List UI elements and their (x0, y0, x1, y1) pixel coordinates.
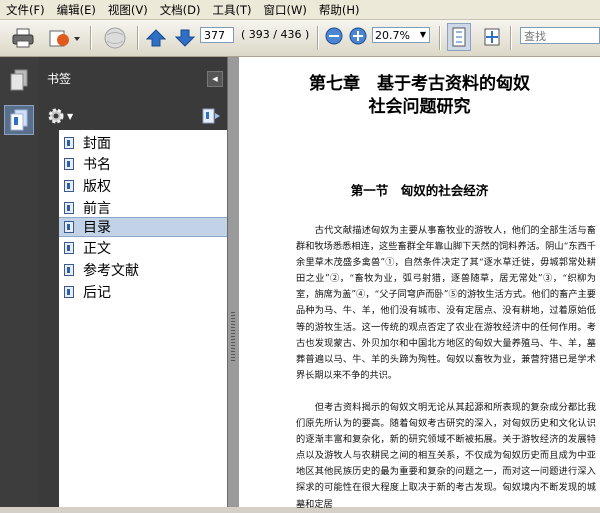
toolbar-separator (510, 26, 512, 50)
create-pdf-button[interactable] (100, 26, 130, 50)
chevron-down-icon: ▼ (67, 111, 74, 121)
fit-page-icon (452, 27, 466, 47)
bookmarks-list-area: 封面 书名 版权 前言 目录 正文 参考文献 后记 (39, 130, 227, 507)
bookmarks-panel-header: 书签 ◀ (39, 57, 227, 103)
next-page-button[interactable] (174, 26, 196, 50)
bookmark-icon (64, 137, 74, 149)
gear-icon (48, 108, 64, 124)
panel-splitter[interactable] (227, 57, 239, 507)
options-menu-button[interactable]: ▼ (47, 107, 73, 125)
menu-bar: 文件(F) 编辑(E) 视图(V) 文档(D) 工具(T) 窗口(W) 帮助(H… (0, 0, 600, 20)
chevron-down-icon: ▼ (419, 30, 427, 39)
bookmark-icon (10, 109, 28, 131)
print-button[interactable] (10, 26, 36, 50)
bookmark-item[interactable]: 正文 (59, 238, 227, 258)
menu-window[interactable]: 窗口(W) (258, 2, 313, 18)
bookmarks-toolbar: ▼ (39, 103, 227, 130)
bookmarks-gutter (39, 130, 59, 507)
bookmark-icon (64, 264, 74, 276)
toolbar-separator (317, 26, 319, 50)
document-page: 第七章 基于考古资料的匈奴 社会问题研究 第一节 匈奴的社会经济 古代文献描述匈… (239, 57, 600, 510)
search-input[interactable]: 查找 (520, 27, 600, 44)
bookmark-item[interactable]: 前言 (59, 198, 227, 218)
bookmark-icon (64, 202, 74, 214)
zoom-value: 20.7% (375, 29, 410, 42)
bookmark-item[interactable]: 后记 (59, 282, 227, 302)
bookmark-label: 书名 (83, 157, 111, 173)
body-paragraph: 古代文献描述匈奴为主要从事畜牧业的游牧人，他们的全部生活与畜群和牧场悉悉相连，这… (296, 225, 596, 381)
globe-icon (104, 27, 126, 49)
splitter-grip[interactable] (231, 312, 235, 362)
menu-view[interactable]: 视图(V) (102, 2, 154, 18)
minus-circle-icon (325, 27, 343, 45)
bookmark-icon (64, 180, 74, 192)
new-bookmark-icon (202, 108, 220, 124)
printer-icon (12, 28, 34, 48)
share-icon (49, 30, 80, 47)
bookmark-icon (64, 286, 74, 298)
bookmark-item[interactable]: 版权 (59, 176, 227, 196)
new-bookmark-button[interactable] (201, 107, 221, 128)
bookmark-label: 版权 (83, 179, 111, 195)
menu-edit[interactable]: 编辑(E) (51, 2, 102, 18)
arrow-down-icon (175, 29, 195, 47)
panel-title: 书签 (47, 72, 72, 86)
bookmark-label: 正文 (83, 241, 111, 257)
body-paragraph: 但考古资料揭示的匈奴文明无论从其起源和所表现的复杂成分都比我们原先所认为的要高。… (296, 402, 596, 510)
pages-icon (10, 69, 28, 91)
chapter-title-line2: 社会问题研究 (368, 97, 471, 117)
menu-help[interactable]: 帮助(H) (313, 2, 366, 18)
zoom-in-button[interactable] (349, 27, 367, 45)
arrow-up-icon (146, 29, 166, 47)
toolbar-separator (137, 26, 139, 50)
toolbar-separator (90, 26, 92, 50)
plus-circle-icon (349, 27, 367, 45)
bookmark-icon (64, 242, 74, 254)
share-button[interactable] (47, 26, 81, 50)
toolbar-separator (439, 26, 441, 50)
zoom-out-button[interactable] (325, 27, 343, 45)
bookmark-item[interactable]: 书名 (59, 154, 227, 174)
bookmark-label: 参考文献 (83, 263, 139, 279)
bookmark-label: 后记 (83, 285, 111, 301)
expand-icon (484, 28, 500, 46)
menu-file[interactable]: 文件(F) (0, 2, 51, 18)
section-title: 第一节 匈奴的社会经济 (350, 183, 489, 198)
bookmark-item-selected[interactable]: 目录 (59, 217, 227, 237)
chapter-title: 第七章 基于考古资料的匈奴 (309, 74, 530, 94)
menu-document[interactable]: 文档(D) (154, 2, 207, 18)
bookmark-icon (64, 221, 74, 233)
pages-panel-button[interactable] (4, 65, 34, 95)
bookmark-item[interactable]: 参考文献 (59, 260, 227, 280)
bookmark-label: 目录 (83, 220, 111, 236)
menu-tools[interactable]: 工具(T) (207, 2, 258, 18)
fit-width-button[interactable] (480, 25, 504, 49)
previous-page-button[interactable] (145, 26, 167, 50)
collapse-panel-button[interactable]: ◀ (207, 71, 223, 87)
page-number-input[interactable]: 377 (200, 27, 234, 43)
bookmarks-panel-button[interactable] (4, 105, 34, 135)
bookmark-item[interactable]: 封面 (59, 133, 227, 153)
page-count: ( 393 / 436 ) (241, 28, 310, 41)
fit-page-button[interactable] (447, 23, 471, 51)
bookmark-label: 前言 (83, 201, 111, 217)
navigation-strip (0, 57, 39, 507)
bookmark-label: 封面 (83, 136, 111, 152)
bookmark-icon (64, 158, 74, 170)
zoom-select[interactable]: 20.7% ▼ (372, 27, 430, 43)
